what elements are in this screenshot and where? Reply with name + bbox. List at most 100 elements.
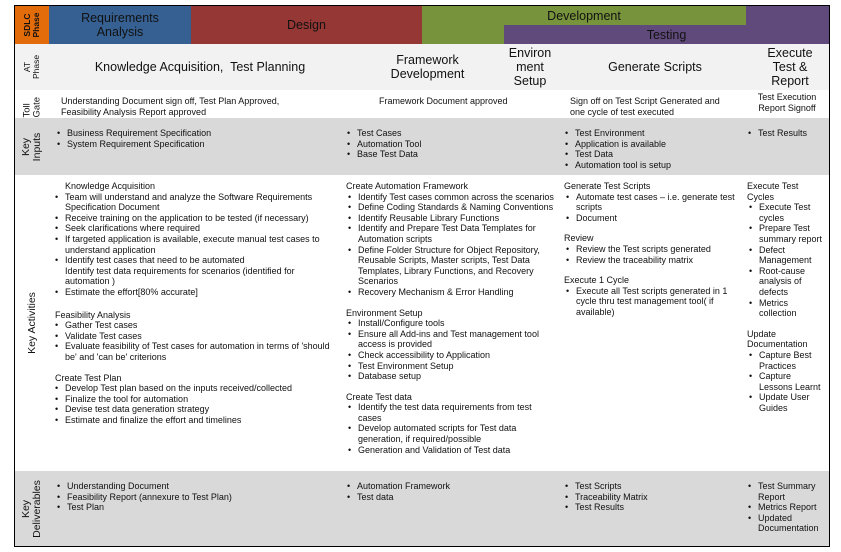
list-item: Automation Tool (347, 139, 545, 150)
bullet-list: Install/Configure toolsEnsure all Add-in… (346, 318, 556, 382)
bullet-list: Review the Test scripts generatedReview … (564, 244, 736, 265)
list-item: Understanding Document (57, 481, 335, 492)
list-item: Recovery Mechanism & Error Handling (348, 287, 556, 298)
activity-group-create-test-plan: Create Test Plan Develop Test plan based… (53, 373, 338, 426)
activity-group-title: Execute 1 Cycle (564, 275, 630, 286)
key-inputs-col-1: Business Requirement SpecificationSystem… (55, 128, 335, 149)
list-item-continuation: Identify test data requirements for scen… (65, 265, 295, 287)
bullet-list: Capture Best PracticesCapture Lessons Le… (747, 350, 827, 414)
list-item: Metrics Report (748, 502, 818, 513)
toll-gate-generate-scripts: Sign off on Test Script Generated and on… (570, 96, 720, 117)
list-item: Business Requirement Specification (57, 128, 335, 139)
key-activities-col-4: Execute Test Cycles Execute Test cyclesP… (747, 181, 827, 413)
list-item: Review the Test scripts generated (566, 244, 736, 255)
list-item: Review the traceability matrix (566, 255, 736, 266)
at-phase-knowledge-acquisition-label: Knowledge Acquisition, Test Planning (94, 60, 306, 74)
key-inputs-label-text: Key Inputs (20, 132, 43, 161)
activity-group-title: Execute Test Cycles (747, 181, 799, 202)
activity-group-feasibility-analysis: Feasibility Analysis Gather Test casesVa… (53, 310, 338, 363)
list-item: Automate test cases – i.e. generate test… (566, 192, 736, 213)
at-phase-knowledge-acquisition: Knowledge Acquisition, Test Planning (50, 44, 350, 90)
at-phase-framework-development: Framework Development (380, 44, 475, 90)
key-deliverables-label-text: Key Deliverables (20, 479, 43, 538)
list-item-text: Identify test cases that need to be auto… (65, 255, 245, 266)
list-item: Execute all Test scripts generated in 1 … (566, 286, 736, 318)
bullet-list: Test Results (746, 128, 826, 139)
activity-group-knowledge-acquisition: Knowledge Acquisition Team will understa… (53, 181, 338, 298)
activity-group-title: Create Automation Framework (346, 181, 469, 191)
list-item: Develop automated scripts for Test data … (348, 423, 556, 444)
list-item: Test Cases (347, 128, 545, 139)
list-item: Evaluate feasibility of Test cases for a… (55, 341, 338, 362)
list-item: Updated Documentation (748, 513, 819, 534)
list-item: Test Plan (57, 502, 335, 513)
sdlc-phase-design-label: Design (287, 18, 326, 32)
list-item: Validate Test cases (55, 331, 338, 342)
list-item: Team will understand and analyze the Sof… (55, 192, 338, 213)
list-item: Devise test data generation strategy (55, 404, 338, 415)
at-phase-label-text: AT Phase (22, 54, 41, 79)
activity-group-generate-test-scripts: Generate Test Scripts Automate test case… (564, 181, 736, 223)
list-item: Ensure all Add-ins and Test management t… (348, 329, 556, 350)
sdlc-phase-development-lower (422, 25, 504, 44)
bullet-list: Identify Test cases common across the sc… (346, 192, 556, 298)
bullet-list: Automate test cases – i.e. generate test… (564, 192, 736, 224)
activity-group-create-automation-framework: Create Automation Framework Identify Tes… (346, 181, 556, 298)
at-phase-execute-test-report-label: Execute Test & Report (767, 46, 813, 88)
list-item: Traceability Matrix (565, 492, 738, 503)
bullet-list: Gather Test casesValidate Test casesEval… (53, 320, 338, 362)
key-activities-col-3: Generate Test Scripts Automate test case… (564, 181, 736, 318)
toll-gate-label: Toll Gate (15, 90, 49, 118)
activity-group-review: Review Review the Test scripts generated… (564, 233, 736, 265)
list-item: Generation and Validation of Test data (348, 445, 556, 456)
key-deliverables-col-1: Understanding DocumentFeasibility Report… (55, 481, 335, 513)
activity-group-execute-1-cycle: Execute 1 Cycle Execute all Test scripts… (564, 275, 736, 317)
list-item: Root-cause analysis of defects (749, 266, 827, 298)
toll-gate-framework-development: Framework Document approved (379, 96, 508, 106)
bullet-list: Develop Test plan based on the inputs re… (53, 383, 338, 425)
sdlc-phase-label: SDLC Phase (15, 6, 49, 44)
list-item: Gather Test cases (55, 320, 338, 331)
list-item: Identify Reusable Library Functions (348, 213, 556, 224)
list-item: Check accessibility to Application (348, 350, 556, 361)
list-item: Estimate the effort[80% accurate] (55, 287, 338, 298)
bullet-list: Test ScriptsTraceability MatrixTest Resu… (563, 481, 738, 513)
activity-group-title: Update Documentation (747, 328, 808, 350)
key-activities-col-2: Create Automation Framework Identify Tes… (346, 181, 556, 455)
at-phase-execute-test-report: Execute Test & Report (752, 44, 828, 90)
list-item: Document (566, 213, 736, 224)
key-activities-label-text: Key Activities (26, 292, 39, 354)
key-deliverables-label: Key Deliverables (15, 471, 49, 546)
list-item: Receive training on the application to b… (55, 213, 338, 224)
activity-group-title: Generate Test Scripts (564, 181, 651, 191)
activity-group-update-documentation: Update Documentation Capture Best Practi… (747, 329, 827, 414)
list-item: Base Test Data (347, 149, 545, 160)
list-item: Finalize the tool for automation (55, 394, 338, 405)
list-item: Metrics collection (749, 298, 827, 319)
toll-gate-knowledge-acquisition: Understanding Document sign off, Test Pl… (61, 96, 280, 117)
toll-gate-label-text: Toll Gate (21, 96, 43, 117)
key-deliverables-col-4: Test Summary ReportMetrics ReportUpdated… (746, 481, 819, 534)
activity-group-title: Knowledge Acquisition (65, 181, 156, 191)
sdlc-phase-requirements-analysis: Requirements Analysis (49, 6, 191, 44)
at-phase-environment-setup-label: Environ ment Setup (508, 46, 552, 88)
key-activities-col-1: Knowledge Acquisition Team will understa… (53, 181, 338, 425)
list-item: Execute Test cycles (749, 202, 827, 223)
list-item: Application is available (565, 139, 738, 150)
list-item: Identify Test cases common across the sc… (348, 192, 556, 203)
at-phase-generate-scripts: Generate Scripts (570, 44, 740, 90)
list-item: Test Scripts (565, 481, 738, 492)
at-phase-environment-setup: Environ ment Setup (500, 44, 560, 90)
list-item: Prepare Test summary report (749, 223, 827, 244)
sdlc-phase-testing: Testing (504, 25, 829, 44)
activity-group-execute-test-cycles: Execute Test Cycles Execute Test cyclesP… (747, 181, 827, 319)
list-item: Test Environment Setup (348, 361, 556, 372)
list-item: Database setup (348, 371, 556, 382)
sdlc-phase-testing-label: Testing (646, 27, 687, 42)
list-item: Test Environment (565, 128, 738, 139)
list-item: Seek clarifications where required (55, 223, 338, 234)
list-item: Define Folder Structure for Object Repos… (348, 245, 556, 287)
activity-group-title: Feasibility Analysis (55, 309, 131, 320)
list-item: Update User Guides (749, 392, 827, 413)
bullet-list: Test Summary ReportMetrics ReportUpdated… (746, 481, 819, 534)
